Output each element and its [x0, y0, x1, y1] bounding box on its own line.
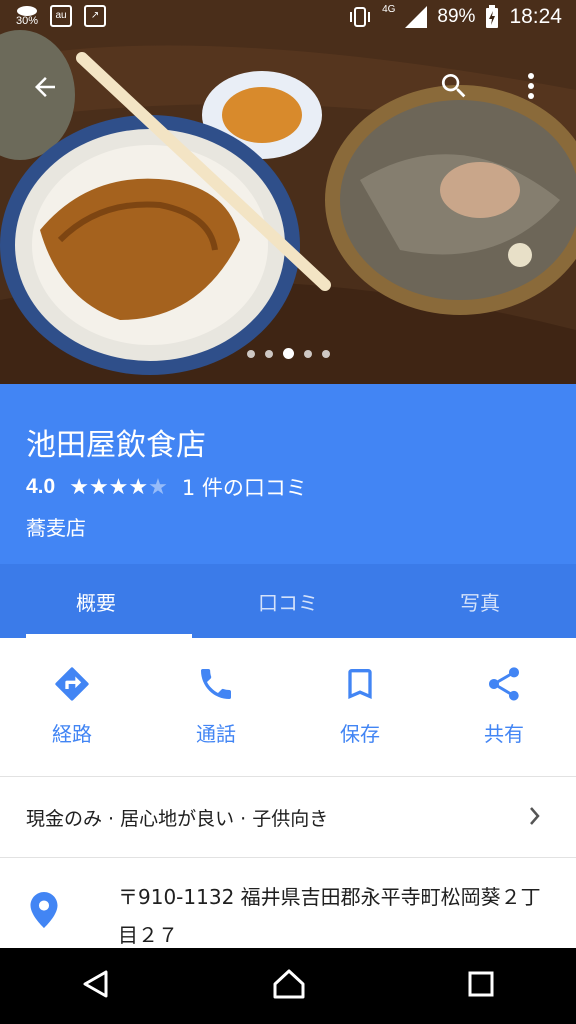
share-icon: [489, 667, 519, 701]
address-text: 〒910-1132 福井県吉田郡永平寺町松岡葵２丁目２７: [118, 885, 541, 947]
place-category: 蕎麦店: [26, 516, 86, 540]
address-row[interactable]: 〒910-1132 福井県吉田郡永平寺町松岡葵２丁目２７: [0, 858, 576, 948]
network-type: 4G: [382, 3, 396, 15]
share-button[interactable]: 共有: [432, 640, 576, 776]
action-label: 通話: [196, 722, 236, 746]
status-bar: 30% au ↗ 4G 89% 18:24: [0, 0, 576, 38]
nfc-icon: ↗: [84, 4, 107, 27]
clock: 18:24: [509, 5, 562, 28]
review-count: 1 件の口コミ: [181, 476, 307, 500]
tab-bar: 概要 口コミ 写真: [0, 564, 576, 638]
nav-back-button[interactable]: [81, 969, 111, 1003]
back-arrow-icon: [35, 77, 55, 97]
attributes-row[interactable]: 現金のみ · 居心地が良い · 子供向き: [0, 777, 576, 858]
tab-label: 写真: [460, 590, 500, 615]
action-label: 保存: [340, 722, 380, 746]
tab-overview[interactable]: 概要: [0, 564, 192, 638]
system-nav-bar: [0, 948, 576, 1024]
status-left-percent: 30%: [16, 15, 39, 27]
nav-home-button[interactable]: [272, 968, 306, 1004]
action-row: 経路 通話 保存 共有: [0, 640, 576, 777]
battery-percent: 89%: [437, 6, 476, 27]
chevron-right-icon: [530, 807, 540, 825]
place-name: 池田屋飲食店: [26, 428, 206, 463]
page-dot: [321, 349, 330, 358]
action-label: 共有: [484, 722, 524, 746]
page-dot: [246, 349, 255, 358]
back-button[interactable]: [24, 66, 66, 108]
star-full-icon: ★: [108, 474, 129, 500]
more-vert-icon: [528, 73, 534, 99]
star-empty-icon: ★: [148, 474, 168, 500]
directions-button[interactable]: 経路: [0, 640, 144, 776]
rating-value: 4.0: [26, 475, 56, 498]
page-dot: [264, 349, 273, 358]
action-label: 経路: [52, 722, 92, 746]
save-button[interactable]: 保存: [288, 640, 432, 776]
star-full-icon: ★: [128, 474, 149, 500]
bookmark-icon: [348, 669, 372, 699]
food-photo-illustration: [0, 0, 576, 384]
call-button[interactable]: 通話: [144, 640, 288, 776]
phone-icon: [201, 669, 231, 699]
attributes-text: 現金のみ · 居心地が良い · 子供向き: [26, 807, 329, 830]
location-pin-icon: [30, 892, 58, 928]
star-full-icon: ★: [88, 474, 109, 500]
place-header: 池田屋飲食店 4.0 ★ ★ ★ ★ ★ 1 件の口コミ 蕎麦店: [0, 384, 576, 564]
nav-recents-icon: [468, 971, 494, 997]
nav-recents-button[interactable]: [467, 970, 495, 1002]
vibrate-icon: [350, 7, 371, 27]
tab-label: 概要: [76, 590, 116, 615]
battery-charging-icon: [486, 5, 499, 28]
photo-page-indicator: [0, 348, 576, 359]
page-dot-active: [282, 348, 294, 359]
tab-photos[interactable]: 写真: [384, 564, 576, 638]
nav-back-icon: [83, 970, 108, 998]
star-full-icon: ★: [69, 474, 89, 500]
signal-icon: [405, 6, 428, 28]
search-button[interactable]: [432, 64, 476, 108]
place-photo[interactable]: [0, 0, 576, 384]
tab-label: 口コミ: [258, 590, 318, 615]
directions-icon: [55, 667, 89, 701]
tab-reviews[interactable]: 口コミ: [192, 564, 384, 638]
rating-row[interactable]: 4.0 ★ ★ ★ ★ ★ 1 件の口コミ: [26, 472, 307, 502]
search-icon: [441, 74, 466, 98]
page-dot: [303, 349, 312, 358]
au-icon: au: [50, 4, 73, 27]
more-options-button[interactable]: [512, 64, 550, 108]
nav-home-icon: [273, 969, 305, 999]
